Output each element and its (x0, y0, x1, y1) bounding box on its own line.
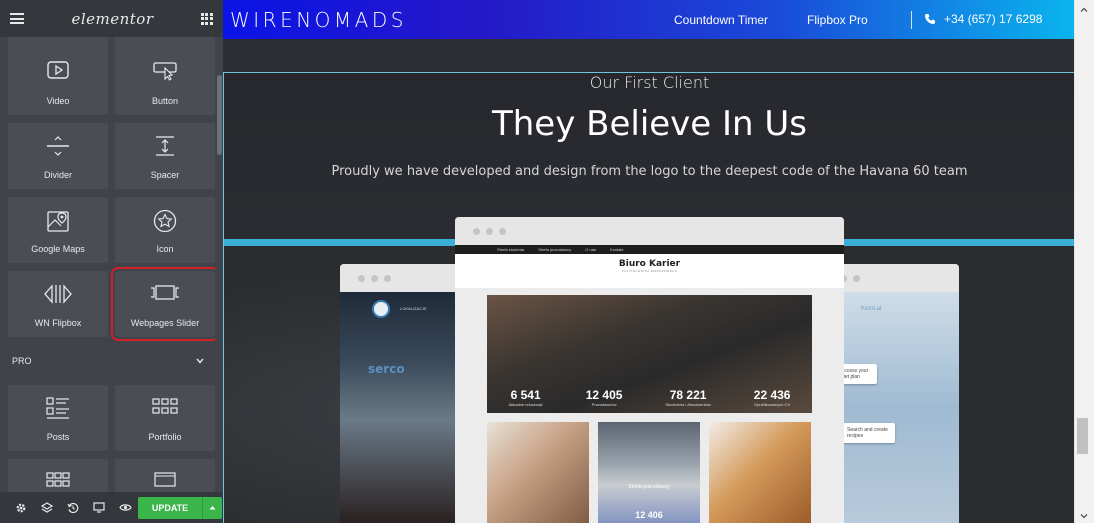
mock-hero-image: 6 541 Aktualne rekrutacje 12 405 Pracodawc… (487, 295, 812, 413)
stat-item: 22 436 Opublikowanych CV (753, 388, 791, 407)
divider-icon (47, 136, 69, 156)
widget-label: WN Flipbox (34, 318, 82, 328)
site-logo-badge (372, 300, 390, 318)
phone-icon (925, 14, 935, 24)
page-scrollbar-thumb[interactable] (1077, 418, 1088, 454)
posts-icon (46, 397, 69, 419)
chevron-down-icon (1080, 513, 1088, 518)
spacer-icon (156, 136, 174, 156)
widget-icon[interactable]: Icon (115, 197, 215, 263)
video-icon (47, 61, 69, 79)
stat-item: 78 221 Studentów i Absolwentów (665, 388, 711, 407)
site-brand-logo[interactable]: WIRENOMADS (230, 8, 407, 32)
widget-video[interactable]: Video (8, 49, 108, 115)
gallery-grid-icon (46, 472, 70, 487)
navigator-layers-icon[interactable] (34, 492, 60, 523)
serco-brand-text: serco (368, 362, 405, 376)
scroll-up-arrow[interactable] (1074, 2, 1094, 16)
responsive-desktop-icon[interactable] (86, 492, 112, 523)
slide-left-link: LOKALIZACJE (400, 306, 427, 311)
widgets-grid-icon[interactable] (200, 12, 213, 25)
preview-eye-icon[interactable] (112, 492, 138, 523)
widget-partial-slides[interactable] (115, 459, 215, 492)
elementor-logo: elementor (71, 9, 154, 28)
page-preview: WIRENOMADS Countdown Timer Flipbox Pro +… (223, 0, 1074, 523)
panel-header: elementor (0, 0, 223, 37)
widget-webpages-slider[interactable]: Webpages Slider (111, 267, 215, 341)
elementor-panel: elementor Video Button Divider Spacer Go… (0, 0, 223, 523)
chevron-up-icon (1080, 7, 1088, 12)
phone-number: +34 (657) 17 6298 (944, 12, 1043, 26)
browser-chrome (455, 217, 844, 245)
button-pointer-icon (153, 62, 177, 81)
mock-site-logo: Biuro Karier POLITECHNIKA WARSZAWSKA (455, 254, 844, 288)
portfolio-icon (152, 398, 178, 414)
chevron-down-icon (196, 358, 204, 364)
widget-portfolio[interactable]: Portfolio (115, 385, 215, 451)
widget-label: Divider (43, 170, 72, 180)
widget-button[interactable]: Button (115, 49, 215, 115)
section-subline: Proudly we have developed and design fro… (331, 164, 968, 179)
widget-label: Button (151, 96, 179, 106)
widget-label: Portfolio (148, 432, 182, 442)
feature-card-recipes: Search and create recipes (835, 423, 895, 443)
slide-front-mockup[interactable]: Strefa studenta Strefa pracodawcy O nas … (455, 217, 844, 523)
menu-icon[interactable] (10, 13, 24, 24)
mock-tile-photo-3 (709, 422, 811, 523)
widget-divider[interactable]: Divider (8, 123, 108, 189)
widget-wn-flipbox[interactable]: WN Flipbox (8, 271, 108, 337)
section-headline: They Believe In Us (491, 104, 808, 144)
nav-divider (911, 11, 912, 29)
widget-partial-gallery[interactable] (8, 459, 108, 492)
widget-label: Spacer (150, 170, 180, 180)
stat-item: 12 405 Pracodawców (585, 388, 623, 407)
phone-link[interactable]: +34 (657) 17 6298 (924, 12, 1042, 26)
widget-google-maps[interactable]: Google Maps (8, 197, 108, 263)
widget-spacer[interactable]: Spacer (115, 123, 215, 189)
widget-label: Video (46, 96, 70, 106)
pro-section-label: PRO (12, 356, 32, 366)
mock-stats: 6 541 Aktualne rekrutacje 12 405 Pracodawc… (487, 388, 812, 407)
scroll-down-arrow[interactable] (1074, 509, 1094, 523)
section-eyebrow: Our First Client (589, 73, 710, 92)
stat-item: 6 541 Aktualne rekrutacje (508, 388, 543, 407)
mock-tile-photo-2: Strefa pracodawcy 12 406 (598, 422, 700, 523)
widget-label: Google Maps (31, 244, 85, 254)
widget-posts[interactable]: Posts (8, 385, 108, 451)
mock-site-nav: Strefa studenta Strefa pracodawcy O nas … (455, 245, 844, 254)
slides-icon (154, 472, 176, 487)
nav-flipbox-pro[interactable]: Flipbox Pro (807, 13, 868, 27)
caret-up-icon (209, 506, 216, 510)
panel-footer: UPDATE (0, 492, 223, 523)
update-button[interactable]: UPDATE (138, 496, 202, 519)
panel-scrollbar-thumb[interactable] (217, 75, 222, 155)
slider-icon (151, 285, 179, 300)
update-options-caret[interactable] (202, 496, 222, 519)
settings-gear-icon[interactable] (8, 492, 34, 523)
flipbox-icon (44, 284, 72, 304)
star-circle-icon (153, 209, 177, 233)
widgets-panel: Video Button Divider Spacer Google Maps … (0, 37, 215, 492)
widget-label: Icon (156, 244, 174, 254)
clients-section: Our First Client They Believe In Us Prou… (223, 72, 1074, 523)
nav-countdown-timer[interactable]: Countdown Timer (674, 13, 768, 27)
map-icon (47, 211, 69, 232)
pro-section-toggle[interactable]: PRO (0, 350, 215, 372)
widget-label: Posts (46, 432, 70, 442)
widget-label: Webpages Slider (130, 318, 200, 328)
site-header: WIRENOMADS Countdown Timer Flipbox Pro +… (223, 0, 1074, 39)
mock-tile-photo-1 (487, 422, 589, 523)
ketolal-brand-text: KetoLal (861, 306, 882, 312)
history-icon[interactable] (60, 492, 86, 523)
